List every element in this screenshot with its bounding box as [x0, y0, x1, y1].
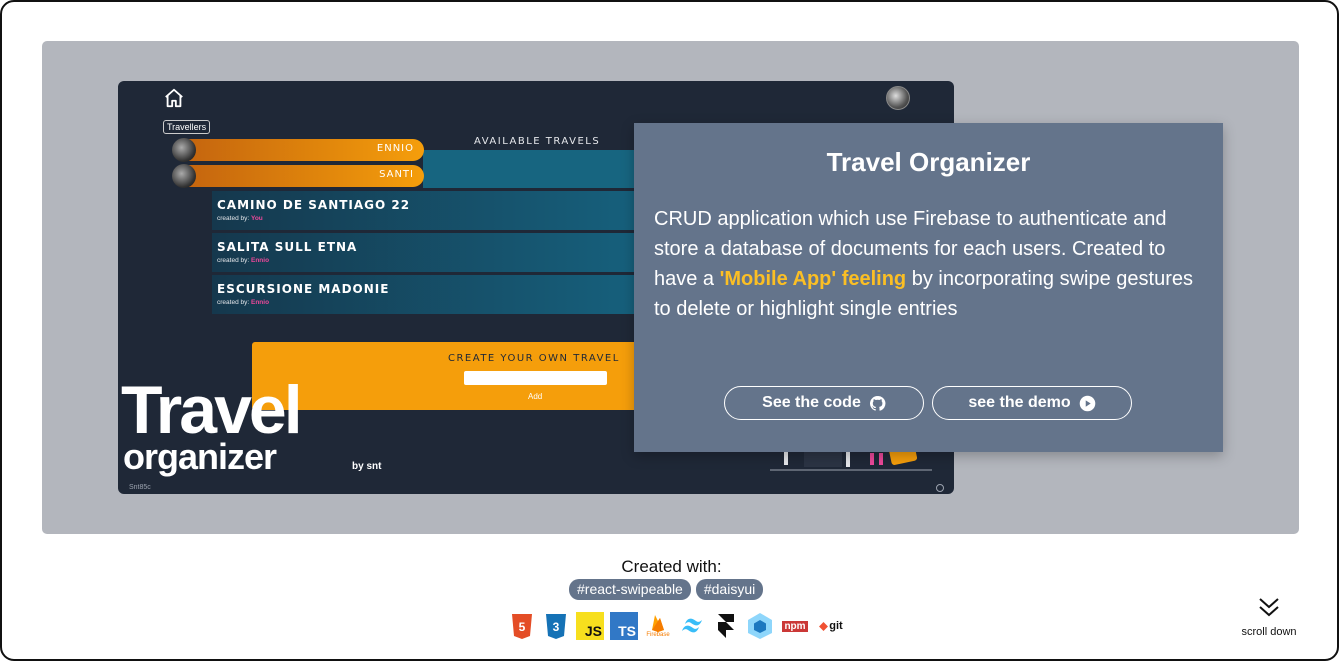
- tech-icon-list: 5 3 JS TS Firebase npm git: [508, 612, 846, 640]
- webpack-icon: [748, 613, 772, 639]
- github-icon: [869, 395, 886, 411]
- github-icon: [936, 484, 944, 492]
- double-chevron-down-icon: [1259, 598, 1279, 617]
- page-frame: Travellers AVAILABLE TRAVELS ENNIO SANTI…: [0, 0, 1339, 661]
- git-icon: git: [816, 612, 846, 640]
- npm-icon: npm: [782, 620, 808, 632]
- scroll-down-button[interactable]: scroll down: [1234, 596, 1304, 638]
- footer-signature: Snt85c: [129, 484, 151, 491]
- html5-icon: 5: [512, 614, 532, 639]
- javascript-icon: JS: [576, 612, 604, 640]
- travel-author: created by: You: [217, 215, 263, 222]
- traveller-avatar: [172, 164, 196, 188]
- typescript-icon: TS: [610, 612, 638, 640]
- logo-subtitle: organizer: [123, 436, 277, 477]
- travel-author: created by: Ennio: [217, 299, 270, 306]
- available-travels-title: AVAILABLE TRAVELS: [474, 136, 601, 147]
- svg-text:5: 5: [519, 620, 526, 634]
- home-icon: [165, 88, 183, 108]
- firebase-icon: Firebase: [644, 612, 672, 640]
- logo-byline: by snt: [352, 461, 382, 472]
- travel-name: CAMINO DE SANTIAGO 22: [217, 198, 411, 212]
- tag-react-swipeable: #react-swipeable: [569, 579, 691, 600]
- user-avatar: [886, 86, 910, 110]
- tag-list: #react-swipeable #daisyui: [569, 579, 764, 600]
- see-demo-button[interactable]: see the demo: [932, 386, 1132, 420]
- css3-icon: 3: [546, 614, 566, 639]
- tag-daisyui: #daisyui: [695, 579, 764, 600]
- svg-text:3: 3: [553, 620, 560, 634]
- create-travel-input: [464, 371, 607, 385]
- project-title: Travel Organizer: [826, 147, 1031, 177]
- play-icon: [1079, 395, 1095, 411]
- travel-name: ESCURSIONE MADONIE: [217, 282, 390, 296]
- scroll-down-label: scroll down: [1241, 626, 1297, 638]
- project-info-card: Travel Organizer CRUD application which …: [634, 123, 1223, 452]
- tailwind-icon: [682, 618, 702, 633]
- created-with-label: Created with:: [621, 557, 722, 576]
- travellers-button: Travellers: [163, 120, 211, 134]
- traveller-name: ENNIO: [376, 143, 414, 154]
- traveller-item: ENNIO: [172, 138, 424, 162]
- framer-icon: [718, 614, 734, 638]
- traveller-avatar: [172, 138, 196, 162]
- traveller-item: SANTI: [172, 164, 424, 188]
- create-travel-title: CREATE YOUR OWN TRAVEL: [448, 353, 620, 364]
- travel-name: SALITA SULL ETNA: [217, 240, 358, 254]
- logo-title: Travel: [121, 372, 303, 448]
- add-label: Add: [528, 392, 543, 401]
- see-code-button[interactable]: See the code: [724, 386, 924, 420]
- traveller-name: SANTI: [379, 169, 414, 180]
- project-panel: Travellers AVAILABLE TRAVELS ENNIO SANTI…: [42, 41, 1299, 534]
- travel-author: created by: Ennio: [217, 257, 270, 264]
- project-description: CRUD application which use Firebase to a…: [654, 208, 1193, 320]
- highlight-text: 'Mobile App' feeling: [719, 268, 907, 290]
